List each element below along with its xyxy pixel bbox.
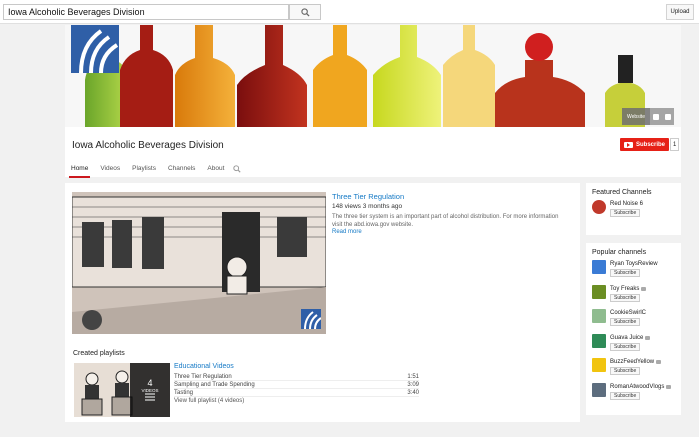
channel-search-button[interactable] [233,164,243,178]
playlist-item-title: Sampling and Trade Spending [174,382,255,388]
avatar[interactable] [592,260,606,274]
channel-list-item: Red Noise 6 Subscribe [592,200,675,225]
subscribe-button[interactable]: Subscribe [610,209,641,217]
video-illustration [72,192,326,334]
playlists-heading: Created playlists [73,350,125,357]
avatar[interactable] [592,382,606,397]
featured-video-meta: 148 views 3 months ago [332,203,403,210]
playlist-item[interactable]: Sampling and Trade Spending 3:09 [174,381,419,389]
subscribe-control: Subscribe 1 [620,138,680,151]
bottles-banner-image [65,25,681,127]
channel-list-item: BuzzFeedYellow Subscribe [592,358,675,383]
banner-links: Website [622,108,674,125]
playlist-title[interactable]: Educational Videos [174,363,419,373]
channel-tabs: Home Videos Playlists Channels About [65,164,243,178]
popular-channels-panel: Popular channels Ryan ToysReview Subscri… [586,243,681,415]
subscribe-button[interactable]: Subscribe [610,293,641,302]
verified-icon [656,360,662,364]
channel-title: Iowa Alcoholic Beverages Division [72,140,224,151]
channel-logo [71,25,119,73]
popular-channels-heading: Popular channels [592,249,647,256]
playlist-item-title: Three Tier Regulation [174,374,232,380]
channel-name[interactable]: RomanAtwoodVlogs [610,383,672,391]
playlist-thumbnail[interactable]: 4 VIDEOS [74,363,170,417]
playlist-details: Educational Videos Three Tier Regulation… [174,363,419,404]
tab-about[interactable]: About [201,164,230,178]
subscribe-button[interactable]: Subscribe [620,138,670,151]
tab-videos[interactable]: Videos [94,164,126,178]
avatar[interactable] [592,309,606,323]
playlist-item[interactable]: Tasting 3:40 [174,389,419,397]
playlist-item[interactable]: Three Tier Regulation 1:51 [174,373,419,381]
avatar[interactable] [592,284,606,299]
main-content: Three Tier Regulation 148 views 3 months… [65,183,580,422]
tab-channels[interactable]: Channels [162,164,201,178]
channel-header: Website Iowa Alcoholic Beverages Divisio… [65,25,681,178]
youtube-icon [624,141,633,148]
masthead: Iowa Alcoholic Beverages Division Upload [0,0,699,24]
search-input[interactable]: Iowa Alcoholic Beverages Division [3,4,289,20]
channel-list-item: Toy Freaks Subscribe [592,284,675,310]
subscribe-button[interactable]: Subscribe [610,391,641,400]
playlist-item-duration: 1:51 [407,374,419,380]
channel-list-item: RomanAtwoodVlogs Subscribe [592,382,675,408]
read-more-link[interactable]: Read more [332,229,362,235]
social-links [650,108,674,125]
subscribe-button[interactable]: Subscribe [610,342,641,351]
subscriber-count: 1 [670,138,680,151]
playlist-item-duration: 3:40 [407,390,419,396]
channel-list-item: Ryan ToysReview Subscribe [592,260,675,285]
channel-list-item: Guava Juice Subscribe [592,333,675,359]
featured-video-title[interactable]: Three Tier Regulation [332,192,404,201]
abd-watermark-icon [301,309,322,330]
subscribe-label: Subscribe [636,141,666,148]
avatar[interactable] [592,200,606,214]
website-link[interactable]: Website [622,108,650,125]
channel-name[interactable]: Red Noise 6 [610,200,643,208]
channel-list-item: CookieSwirlC Subscribe [592,309,675,334]
channel-name[interactable]: Guava Juice [610,334,651,342]
facebook-icon[interactable] [653,113,659,120]
channel-name[interactable]: BuzzFeedYellow [610,358,662,366]
playlist-overlay: 4 VIDEOS [130,363,170,417]
search-icon [233,165,242,173]
view-full-playlist-link[interactable]: View full playlist (4 videos) [174,398,419,404]
featured-channels-heading: Featured Channels [592,189,652,196]
avatar[interactable] [592,358,606,372]
featured-channels-panel: Featured Channels Red Noise 6 Subscribe [586,183,681,235]
playlist-item-duration: 3:09 [407,382,419,388]
verified-icon [645,335,651,340]
search-icon [300,7,310,17]
playlist-video-count: 4 [147,378,153,388]
channel-name[interactable]: Ryan ToysReview [610,260,658,268]
twitter-icon[interactable] [665,113,671,120]
verified-icon [641,286,647,291]
channel-name[interactable]: Toy Freaks [610,285,647,293]
channel-banner: Website [65,25,681,127]
abd-logo-icon [79,29,119,73]
playlist-item-title: Tasting [174,390,194,396]
featured-video-description: The three tier system is an important pa… [332,214,559,228]
subscribe-button[interactable]: Subscribe [610,367,641,375]
playlist-icon [145,393,155,401]
subscribe-button[interactable]: Subscribe [610,269,641,277]
tab-home[interactable]: Home [65,164,94,178]
upload-button[interactable]: Upload [666,4,694,20]
subscribe-button[interactable]: Subscribe [610,318,641,326]
tab-playlists[interactable]: Playlists [126,164,162,178]
avatar[interactable] [592,333,606,348]
search-button[interactable] [289,4,321,20]
featured-video-thumbnail[interactable] [72,192,326,334]
verified-icon [666,384,672,389]
channel-name[interactable]: CookieSwirlC [610,309,646,317]
